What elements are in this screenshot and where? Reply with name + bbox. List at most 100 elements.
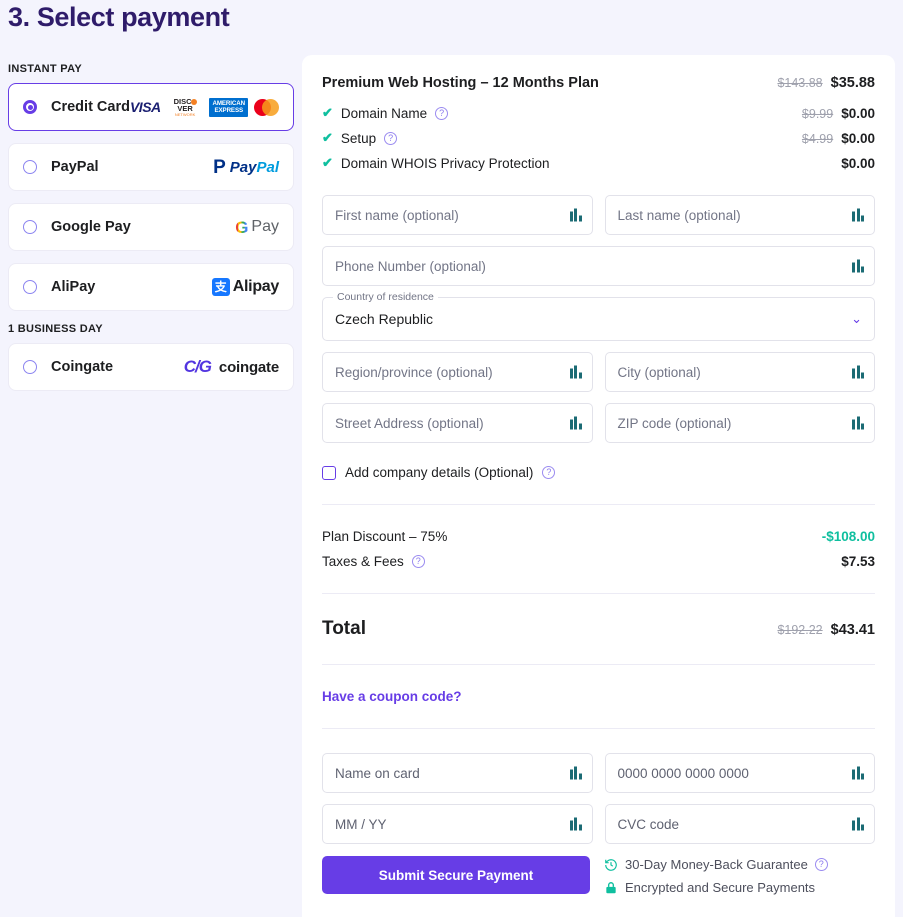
help-icon[interactable]: ? [435, 107, 448, 120]
card-expiry-cvc-row: MM / YY CVC code [322, 804, 875, 844]
autofill-icon[interactable] [570, 366, 582, 379]
payment-option-credit-card[interactable]: Credit Card VISA DISCVER NETWORK AMERICA… [8, 83, 294, 131]
last-name-placeholder: Last name (optional) [618, 208, 741, 223]
visa-icon: VISA [130, 99, 161, 115]
lock-icon [604, 881, 618, 895]
card-form: Name on card 0000 0000 0000 0000 MM / YY… [322, 753, 875, 895]
radio-coingate[interactable] [23, 360, 37, 374]
autofill-icon[interactable] [570, 417, 582, 430]
discount-row: Plan Discount – 75% -$108.00 [322, 529, 875, 544]
payment-option-alipay[interactable]: AliPay 支 Alipay [8, 263, 294, 311]
autofill-icon[interactable] [852, 767, 864, 780]
feature-label: Domain WHOIS Privacy Protection [341, 156, 550, 171]
radio-paypal[interactable] [23, 160, 37, 174]
submit-row: Submit Secure Payment 30-Day Money-Back … [322, 856, 875, 895]
card-cvc-field[interactable]: CVC code [605, 804, 876, 844]
card-name-placeholder: Name on card [335, 766, 420, 781]
help-icon[interactable]: ? [384, 132, 397, 145]
discover-icon: DISCVER NETWORK [167, 98, 204, 117]
feature-old-price: $4.99 [802, 132, 833, 146]
zip-placeholder: ZIP code (optional) [618, 416, 732, 431]
first-name-field[interactable]: First name (optional) [322, 195, 593, 235]
alipay-icon: 支 Alipay [212, 278, 279, 296]
trust-badges: 30-Day Money-Back Guarantee ? Encrypted … [604, 856, 828, 895]
feature-row: ✔ Domain Name ? $9.99 $0.00 [322, 105, 875, 121]
radio-alipay[interactable] [23, 280, 37, 294]
divider [322, 664, 875, 665]
google-pay-logo-wrap: G Pay [235, 218, 279, 236]
card-expiry-field[interactable]: MM / YY [322, 804, 593, 844]
autofill-icon[interactable] [852, 818, 864, 831]
feature-row: ✔ Setup ? $4.99 $0.00 [322, 130, 875, 146]
help-icon[interactable]: ? [815, 858, 828, 871]
taxes-label: Taxes & Fees [322, 554, 404, 569]
autofill-icon[interactable] [852, 209, 864, 222]
card-number-field[interactable]: 0000 0000 0000 0000 [605, 753, 876, 793]
total-row: Total $192.22 $43.41 [322, 618, 875, 640]
help-icon[interactable]: ? [542, 466, 555, 479]
divider [322, 593, 875, 594]
plan-summary-row: Premium Web Hosting – 12 Months Plan $14… [322, 75, 875, 91]
autofill-icon[interactable] [570, 209, 582, 222]
zip-code-field[interactable]: ZIP code (optional) [605, 403, 876, 443]
address-zip-row: Street Address (optional) ZIP code (opti… [322, 403, 875, 443]
google-pay-icon: G Pay [235, 218, 279, 236]
card-expiry-placeholder: MM / YY [335, 817, 387, 832]
card-number-placeholder: 0000 0000 0000 0000 [618, 766, 749, 781]
clock-rewind-icon [604, 858, 618, 872]
company-details-row[interactable]: Add company details (Optional) ? [322, 465, 875, 480]
help-icon[interactable]: ? [412, 555, 425, 568]
phone-row: Phone Number (optional) [322, 246, 875, 286]
last-name-field[interactable]: Last name (optional) [605, 195, 876, 235]
guarantee-text: 30-Day Money-Back Guarantee [625, 857, 808, 872]
phone-field[interactable]: Phone Number (optional) [322, 246, 875, 286]
coupon-code-link[interactable]: Have a coupon code? [322, 689, 875, 704]
autofill-icon[interactable] [570, 767, 582, 780]
plan-name: Premium Web Hosting – 12 Months Plan [322, 75, 599, 91]
country-value: Czech Republic [335, 311, 433, 327]
feature-price: $0.00 [841, 156, 875, 171]
feature-label: Setup [341, 131, 376, 146]
autofill-icon[interactable] [570, 818, 582, 831]
feature-label: Domain Name [341, 106, 427, 121]
radio-google-pay[interactable] [23, 220, 37, 234]
feature-row: ✔ Domain WHOIS Privacy Protection $0.00 [322, 155, 875, 171]
city-field[interactable]: City (optional) [605, 352, 876, 392]
autofill-icon[interactable] [852, 417, 864, 430]
payment-option-label: Coingate [51, 359, 113, 375]
autofill-icon[interactable] [852, 366, 864, 379]
group-label-business-day: 1 BUSINESS DAY [8, 323, 302, 335]
region-field[interactable]: Region/province (optional) [322, 352, 593, 392]
card-name-field[interactable]: Name on card [322, 753, 593, 793]
payment-option-google-pay[interactable]: Google Pay G Pay [8, 203, 294, 251]
country-select[interactable]: Country of residence Czech Republic ⌄ [322, 297, 875, 341]
payment-option-paypal[interactable]: PayPal P PayPal [8, 143, 294, 191]
taxes-row: Taxes & Fees ? $7.53 [322, 554, 875, 569]
payment-methods-sidebar: INSTANT PAY Credit Card VISA DISCVER NET… [0, 55, 302, 403]
street-address-field[interactable]: Street Address (optional) [322, 403, 593, 443]
group-label-instant-pay: INSTANT PAY [8, 63, 302, 75]
region-city-row: Region/province (optional) City (optiona… [322, 352, 875, 392]
autofill-icon[interactable] [852, 260, 864, 273]
feature-price: $0.00 [841, 131, 875, 146]
card-cvc-placeholder: CVC code [618, 817, 680, 832]
discount-label: Plan Discount – 75% [322, 529, 447, 544]
country-label: Country of residence [333, 291, 438, 303]
mastercard-icon [254, 99, 279, 116]
money-back-guarantee: 30-Day Money-Back Guarantee ? [604, 857, 828, 872]
radio-credit-card[interactable] [23, 100, 37, 114]
payment-option-label: Credit Card [51, 99, 130, 115]
company-details-label: Add company details (Optional) [345, 465, 533, 480]
payment-option-coingate[interactable]: Coingate C/G coingate [8, 343, 294, 391]
submit-secure-payment-button[interactable]: Submit Secure Payment [322, 856, 590, 894]
chevron-down-icon[interactable]: ⌄ [851, 311, 862, 327]
plan-old-price: $143.88 [777, 76, 822, 90]
checkout-panel: Premium Web Hosting – 12 Months Plan $14… [302, 55, 895, 917]
feature-price: $0.00 [841, 106, 875, 121]
region-placeholder: Region/province (optional) [335, 365, 493, 380]
check-icon: ✔ [322, 130, 333, 146]
plan-price: $35.88 [831, 75, 875, 91]
taxes-value: $7.53 [841, 554, 875, 569]
plan-price-pair: $143.88 $35.88 [777, 75, 875, 91]
company-details-checkbox[interactable] [322, 466, 336, 480]
